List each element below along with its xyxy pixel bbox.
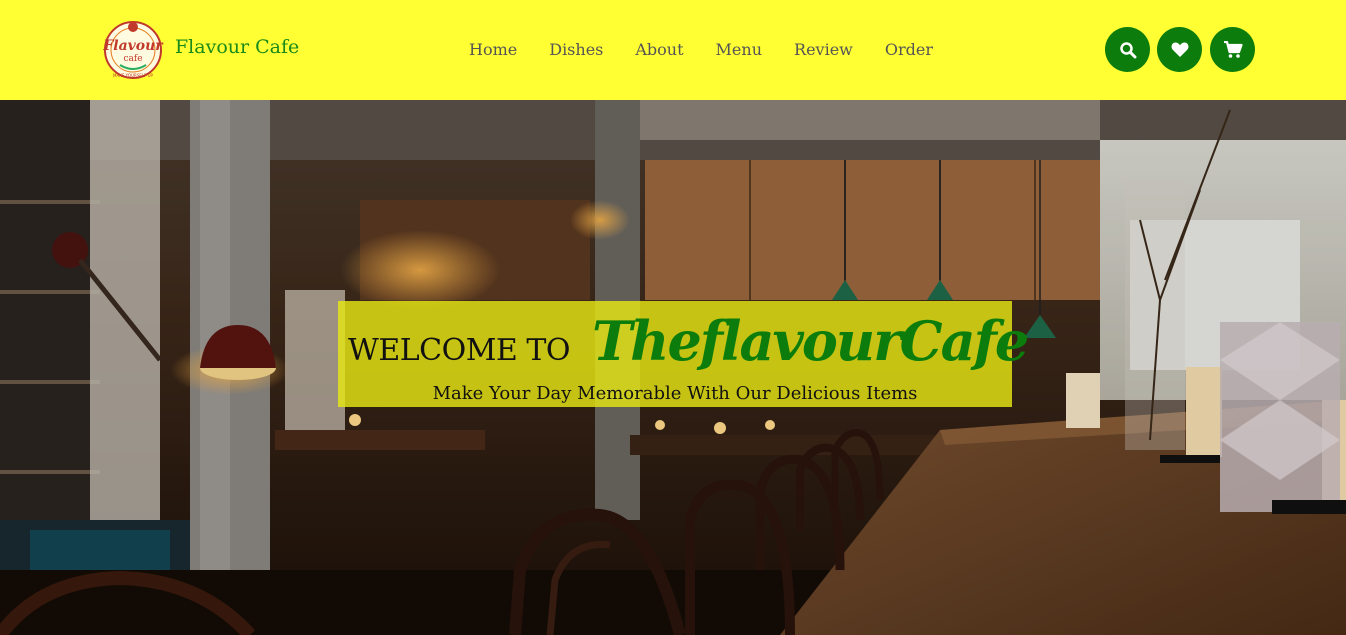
nav-menu[interactable]: Menu <box>716 40 762 59</box>
nav-order[interactable]: Order <box>885 40 933 59</box>
hero-welcome-text: WELCOME TO <box>348 333 570 368</box>
svg-text:MAKE YOURSELF UP: MAKE YOURSELF UP <box>113 73 153 78</box>
favorites-button[interactable] <box>1157 27 1202 72</box>
cart-icon <box>1223 40 1243 58</box>
hero-cafe-name: TheflavourCafe <box>592 309 1029 373</box>
search-button[interactable] <box>1105 27 1150 72</box>
nav-home[interactable]: Home <box>469 40 517 59</box>
brand-name[interactable]: Flavour Cafe <box>175 36 299 58</box>
main-nav: Home Dishes About Menu Review Order <box>469 40 965 59</box>
nav-review[interactable]: Review <box>794 40 853 59</box>
svg-text:Flavour: Flavour <box>102 38 164 54</box>
svg-text:cafe: cafe <box>123 54 142 64</box>
hero-tagline: Make Your Day Memorable With Our Delicio… <box>432 383 918 404</box>
nav-dishes[interactable]: Dishes <box>549 40 603 59</box>
heart-icon <box>1171 41 1188 57</box>
brand-logo[interactable]: Flavour cafe MAKE YOURSELF UP <box>100 17 166 81</box>
search-icon <box>1119 41 1136 58</box>
header: Flavour cafe MAKE YOURSELF UP Flavour Ca… <box>0 0 1346 100</box>
nav-about[interactable]: About <box>635 40 683 59</box>
hero-section: WELCOME TO TheflavourCafe Make Your Day … <box>0 100 1346 635</box>
cart-button[interactable] <box>1210 27 1255 72</box>
